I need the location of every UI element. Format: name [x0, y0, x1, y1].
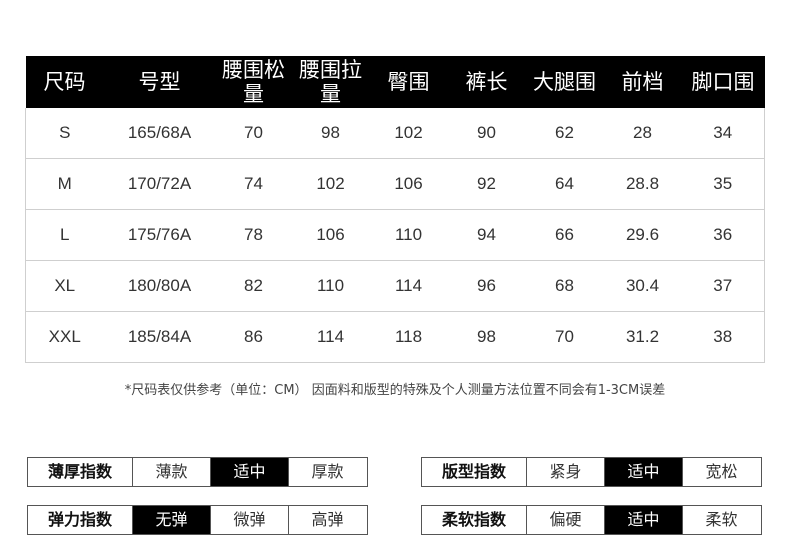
table-cell: 68: [525, 260, 604, 312]
table-cell: 102: [369, 108, 448, 159]
table-cell: 78: [215, 209, 292, 261]
table-cell: 28: [603, 108, 682, 159]
table-cell: 110: [369, 209, 448, 261]
table-cell: S: [25, 108, 104, 159]
table-cell: 165/68A: [103, 108, 216, 159]
header-model: 号型: [103, 56, 216, 108]
table-row: XXL 185/84A 86 114 118 98 70 31.2 38: [25, 311, 765, 363]
table-cell: 29.6: [603, 209, 682, 261]
header-waist-stretched: 腰围拉量: [291, 56, 370, 108]
table-cell: 92: [447, 158, 526, 210]
size-table-header-row: 尺码 号型 腰围松量 腰围拉量 臀围 裤长 大腿围 前档 脚口围: [25, 56, 765, 108]
thickness-option-medium: 适中: [210, 458, 288, 486]
size-chart-table: 尺码 号型 腰围松量 腰围拉量 臀围 裤长 大腿围 前档 脚口围 S 165/6…: [25, 56, 765, 363]
fit-index-label: 版型指数: [441, 462, 506, 481]
table-cell: 28.8: [603, 158, 682, 210]
table-cell: 98: [291, 108, 370, 159]
table-cell: 114: [291, 311, 370, 363]
table-cell: 38: [681, 311, 765, 363]
size-note: *尺码表仅供参考（单位：CM） 因面料和版型的特殊及个人测量方法位置不同会有1-…: [124, 383, 666, 398]
table-cell: M: [25, 158, 104, 210]
table-cell: 185/84A: [103, 311, 216, 363]
table-cell: 170/72A: [103, 158, 216, 210]
header-thigh: 大腿围: [525, 56, 604, 108]
table-cell: 114: [369, 260, 448, 312]
header-length: 裤长: [447, 56, 526, 108]
table-cell: 86: [215, 311, 292, 363]
elasticity-index: 弹力指数 无弹 微弹 高弹: [27, 505, 368, 535]
table-cell: 30.4: [603, 260, 682, 312]
table-cell: 70: [525, 311, 604, 363]
table-cell: 36: [681, 209, 765, 261]
table-cell: 94: [447, 209, 526, 261]
table-cell: 34: [681, 108, 765, 159]
fit-option-regular: 适中: [604, 458, 682, 486]
table-cell: 82: [215, 260, 292, 312]
header-leg-opening: 脚口围: [681, 56, 765, 108]
header-waist-relaxed: 腰围松量: [215, 56, 292, 108]
header-size: 尺码: [25, 56, 104, 108]
table-cell: 102: [291, 158, 370, 210]
thickness-option-thick: 厚款: [288, 458, 366, 486]
table-cell: 98: [447, 311, 526, 363]
table-cell: 74: [215, 158, 292, 210]
table-cell: 180/80A: [103, 260, 216, 312]
table-cell: 64: [525, 158, 604, 210]
elasticity-option-none: 无弹: [132, 506, 210, 534]
table-cell: 106: [369, 158, 448, 210]
table-cell: XXL: [25, 311, 104, 363]
table-cell: L: [25, 209, 104, 261]
table-cell: 37: [681, 260, 765, 312]
thickness-option-thin: 薄款: [132, 458, 210, 486]
table-cell: 118: [369, 311, 448, 363]
softness-option-medium: 适中: [604, 506, 682, 534]
table-cell: 70: [215, 108, 292, 159]
table-cell: 110: [291, 260, 370, 312]
table-cell: 66: [525, 209, 604, 261]
fit-option-tight: 紧身: [526, 458, 604, 486]
softness-option-soft: 柔软: [682, 506, 760, 534]
table-cell: 90: [447, 108, 526, 159]
table-cell: 31.2: [603, 311, 682, 363]
softness-option-firm: 偏硬: [526, 506, 604, 534]
fit-option-loose: 宽松: [682, 458, 760, 486]
elasticity-option-slight: 微弹: [210, 506, 288, 534]
elasticity-option-high: 高弹: [288, 506, 366, 534]
table-cell: 62: [525, 108, 604, 159]
header-hip: 臀围: [369, 56, 448, 108]
softness-index: 柔软指数 偏硬 适中 柔软: [421, 505, 762, 535]
table-cell: 106: [291, 209, 370, 261]
table-cell: 35: [681, 158, 765, 210]
table-row: S 165/68A 70 98 102 90 62 28 34: [25, 108, 765, 159]
thickness-index-label: 薄厚指数: [47, 462, 112, 481]
softness-index-label: 柔软指数: [441, 510, 506, 529]
table-cell: 175/76A: [103, 209, 216, 261]
header-front-rise: 前档: [603, 56, 682, 108]
table-cell: XL: [25, 260, 104, 312]
thickness-index: 薄厚指数 薄款 适中 厚款: [27, 457, 368, 487]
table-cell: 96: [447, 260, 526, 312]
table-row: L 175/76A 78 106 110 94 66 29.6 36: [25, 209, 765, 261]
fit-index: 版型指数 紧身 适中 宽松: [421, 457, 762, 487]
elasticity-index-label: 弹力指数: [47, 510, 112, 529]
table-row: M 170/72A 74 102 106 92 64 28.8 35: [25, 158, 765, 210]
table-row: XL 180/80A 82 110 114 96 68 30.4 37: [25, 260, 765, 312]
